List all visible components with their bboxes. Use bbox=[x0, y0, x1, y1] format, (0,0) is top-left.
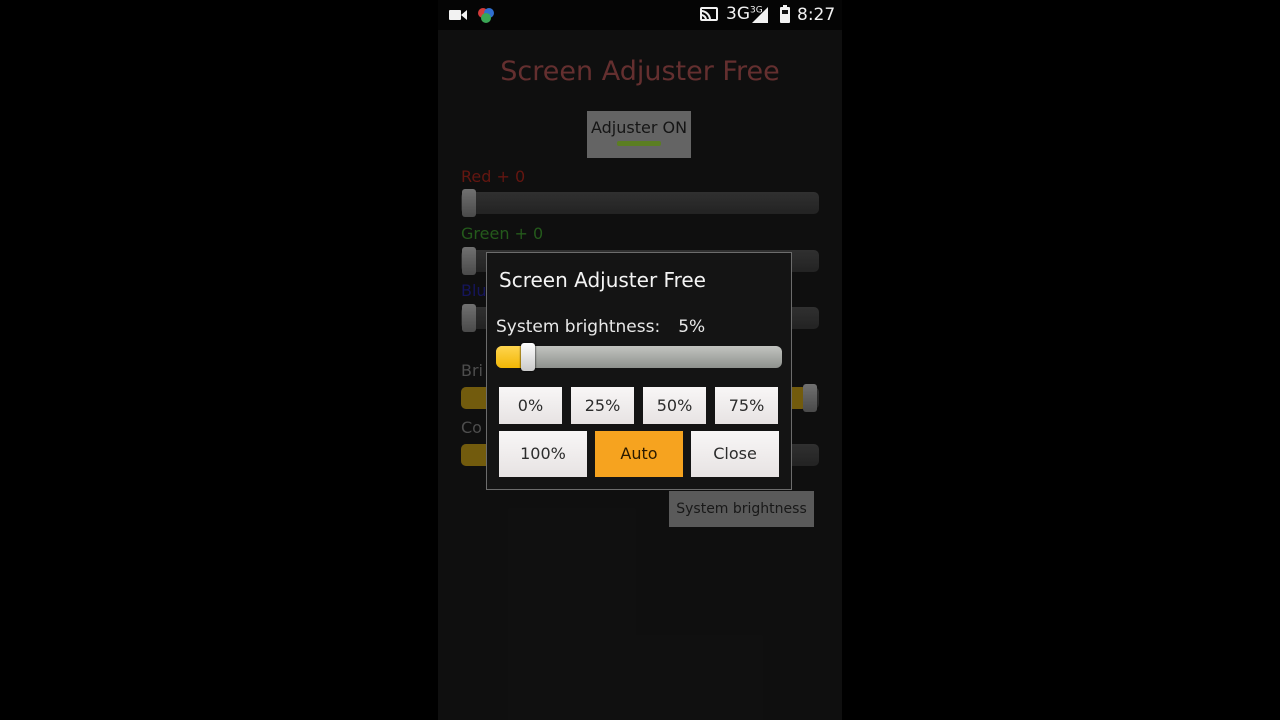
phone-screen: 3G3G 8:27 Screen Adjuster Free Adjuster … bbox=[438, 0, 842, 720]
preset-100-button[interactable]: 100% bbox=[499, 431, 587, 477]
dialog-title: Screen Adjuster Free bbox=[499, 268, 706, 292]
auto-button[interactable]: Auto bbox=[595, 431, 683, 477]
video-camera-icon bbox=[449, 10, 467, 20]
system-brightness-slider[interactable] bbox=[496, 343, 782, 371]
preset-75-button[interactable]: 75% bbox=[715, 387, 778, 424]
cast-icon bbox=[700, 7, 718, 21]
close-button[interactable]: Close bbox=[691, 431, 779, 477]
system-brightness-label: System brightness: bbox=[496, 317, 661, 337]
app-notification-icon bbox=[478, 8, 494, 23]
clock: 8:27 bbox=[797, 5, 836, 25]
signal-strength-icon bbox=[752, 7, 768, 23]
brightness-dialog: Screen Adjuster Free System brightness: 5… bbox=[486, 252, 792, 490]
preset-50-button[interactable]: 50% bbox=[643, 387, 706, 424]
battery-icon bbox=[780, 5, 790, 23]
preset-0-button[interactable]: 0% bbox=[499, 387, 562, 424]
system-brightness-readout: System brightness: 5% bbox=[496, 317, 705, 337]
status-bar: 3G3G 8:27 bbox=[438, 0, 842, 30]
preset-25-button[interactable]: 25% bbox=[571, 387, 634, 424]
system-brightness-value: 5% bbox=[678, 317, 706, 337]
system-brightness-slider-thumb[interactable] bbox=[521, 343, 535, 371]
